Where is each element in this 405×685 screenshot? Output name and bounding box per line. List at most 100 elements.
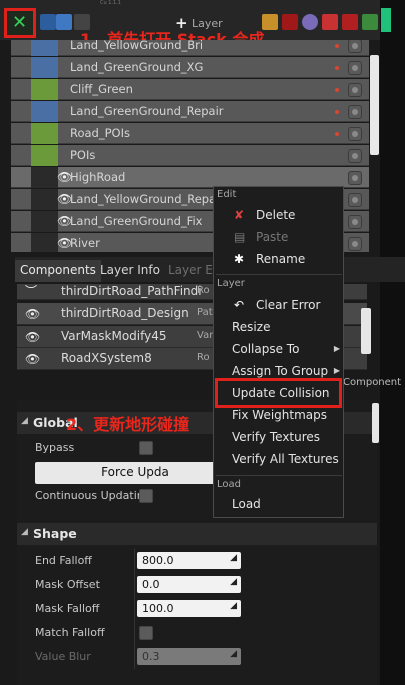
layer-visibility-toggle[interactable] bbox=[31, 40, 58, 56]
layer-visibility-toggle[interactable]: 👁 bbox=[31, 167, 72, 188]
component-name: RoadXSystem8 bbox=[61, 351, 152, 365]
layer-target-button[interactable] bbox=[348, 83, 362, 97]
menu-item-label: Fix Weightmaps bbox=[232, 408, 327, 422]
menu-item-verify-all-textures[interactable]: Verify All Textures bbox=[216, 449, 342, 470]
menu-item-load[interactable]: Load bbox=[216, 494, 342, 515]
eye-icon[interactable]: 👁 bbox=[25, 307, 40, 321]
menu-section-load: Load bbox=[217, 479, 241, 490]
component-path: Var bbox=[197, 330, 214, 341]
menu-item-clear-error[interactable]: ↶ Clear Error bbox=[216, 295, 342, 316]
stack-icon: ✕ bbox=[12, 12, 28, 33]
eye-icon: 👁 bbox=[57, 192, 73, 206]
continuous-updating-label: Continuous Updatin bbox=[35, 489, 144, 502]
match-falloff-checkbox[interactable] bbox=[139, 626, 153, 640]
layer-visibility-toggle[interactable] bbox=[31, 123, 58, 144]
bypass-checkbox[interactable] bbox=[139, 441, 153, 455]
tab-layer-info[interactable]: Layer Info bbox=[95, 260, 165, 282]
context-menu: Edit ✘ Delete ▤ Paste ✱ Rename Layer ↶ C… bbox=[213, 186, 344, 518]
grass-icon[interactable] bbox=[362, 14, 378, 30]
layer-row[interactable]: Land_YellowGround_Bri bbox=[11, 40, 369, 56]
layer-name: Land_YellowGround_Bri bbox=[70, 40, 204, 52]
shape-section-header[interactable]: ◢ Shape bbox=[17, 523, 377, 545]
mask-offset-input[interactable]: 0.0 bbox=[137, 576, 241, 593]
layer-visibility-toggle[interactable]: 👁 bbox=[31, 211, 72, 232]
menu-item-label: Verify All Textures bbox=[232, 452, 339, 466]
force-update-button[interactable]: Force Upda bbox=[35, 462, 235, 484]
end-falloff-input[interactable]: 800.0 bbox=[137, 552, 241, 569]
menu-item-verify-textures[interactable]: Verify Textures bbox=[216, 427, 342, 448]
end-falloff-row: End Falloff 800.0 bbox=[17, 549, 377, 573]
grid-icon[interactable] bbox=[381, 8, 391, 32]
tab-components[interactable]: Components bbox=[15, 260, 101, 282]
layer-target-button[interactable] bbox=[348, 237, 362, 251]
component-name: VarMaskModify45 bbox=[61, 329, 167, 343]
undo-icon: ↶ bbox=[234, 298, 245, 312]
menu-section-layer: Layer bbox=[217, 278, 245, 289]
value-blur-label: Value Blur bbox=[35, 650, 91, 663]
value-blur-input: 0.3 bbox=[137, 648, 241, 665]
eye-icon: 👁 bbox=[57, 214, 73, 228]
layer-target-button[interactable] bbox=[348, 193, 362, 207]
copy-icon[interactable] bbox=[56, 14, 72, 30]
layer-status-dot bbox=[335, 44, 339, 48]
layer-target-button[interactable] bbox=[348, 61, 362, 75]
layer-target-button[interactable] bbox=[348, 171, 362, 185]
delete-icon: ✘ bbox=[234, 208, 245, 222]
collapse-arrow-icon: ◢ bbox=[21, 527, 28, 537]
layer-target-button[interactable] bbox=[348, 40, 362, 53]
layer-status-dot bbox=[335, 88, 339, 92]
menu-item-resize[interactable]: Resize bbox=[216, 317, 342, 338]
mask-offset-label: Mask Offset bbox=[35, 578, 100, 591]
layer-row[interactable]: POIs bbox=[11, 145, 369, 166]
menu-item-label: Verify Textures bbox=[232, 430, 321, 444]
mask-falloff-input[interactable]: 100.0 bbox=[137, 600, 241, 617]
eye-icon[interactable]: 👁 bbox=[25, 330, 40, 344]
layer-row[interactable]: 👁 HighRoad bbox=[11, 167, 369, 188]
road-icon[interactable] bbox=[342, 14, 358, 30]
menu-item-fix-weightmaps[interactable]: Fix Weightmaps bbox=[216, 405, 342, 426]
stack-composite-button[interactable]: ✕ bbox=[4, 8, 36, 38]
column-divider bbox=[134, 597, 135, 621]
layer-target-button[interactable] bbox=[348, 149, 362, 163]
menu-item-delete[interactable]: ✘ Delete bbox=[216, 205, 342, 226]
layer-list-scrollbar[interactable] bbox=[370, 55, 379, 155]
layer-row[interactable]: Land_GreenGround_Repair bbox=[11, 101, 369, 122]
layer-visibility-toggle[interactable] bbox=[31, 145, 58, 166]
layer-status-dot bbox=[335, 132, 339, 136]
layer-target-button[interactable] bbox=[348, 105, 362, 119]
camera-icon[interactable] bbox=[322, 14, 338, 30]
eye-icon[interactable]: 👁 bbox=[25, 352, 40, 366]
layer-name: Land_GreenGround_Fix bbox=[70, 214, 203, 228]
menu-item-collapse-to[interactable]: Collapse To ▶ bbox=[216, 339, 342, 360]
layer-target-button[interactable] bbox=[348, 127, 362, 141]
layer-row[interactable]: Road_POIs bbox=[11, 123, 369, 144]
component-list-scrollbar[interactable] bbox=[361, 308, 371, 354]
refresh-icon[interactable] bbox=[40, 14, 56, 30]
layer-visibility-toggle[interactable] bbox=[31, 101, 58, 122]
layer-target-button[interactable] bbox=[348, 215, 362, 229]
layer-visibility-toggle[interactable]: 👁 bbox=[31, 189, 72, 210]
value-blur-row: Value Blur 0.3 bbox=[17, 645, 377, 669]
details-scrollbar[interactable] bbox=[372, 403, 379, 443]
menu-item-label: Assign To Group bbox=[232, 364, 329, 378]
layers-icon[interactable] bbox=[262, 14, 278, 30]
menu-item-rename[interactable]: ✱ Rename bbox=[216, 249, 342, 270]
menu-item-label: Load bbox=[232, 497, 261, 511]
component-name: thirdDirtRoad_Design bbox=[61, 306, 189, 320]
column-divider bbox=[134, 549, 135, 573]
column-divider bbox=[134, 621, 135, 645]
layer-visibility-toggle[interactable]: 👁 bbox=[31, 233, 72, 252]
component-side-label: Component bbox=[343, 377, 402, 388]
continuous-updating-checkbox[interactable] bbox=[139, 489, 153, 503]
layer-row[interactable]: Land_GreenGround_XG bbox=[11, 57, 369, 78]
globe-icon[interactable] bbox=[302, 14, 318, 30]
end-falloff-label: End Falloff bbox=[35, 554, 92, 567]
layer-name: HighRoad bbox=[70, 170, 126, 184]
paste-icon: ▤ bbox=[234, 230, 246, 244]
layer-row[interactable]: Cliff_Green bbox=[11, 79, 369, 100]
visibility-icon[interactable]: ︶ bbox=[25, 284, 37, 299]
right-viewport-strip bbox=[380, 0, 405, 685]
layer-visibility-toggle[interactable] bbox=[31, 79, 58, 100]
bug-icon[interactable] bbox=[282, 14, 298, 30]
layer-visibility-toggle[interactable] bbox=[31, 57, 58, 78]
